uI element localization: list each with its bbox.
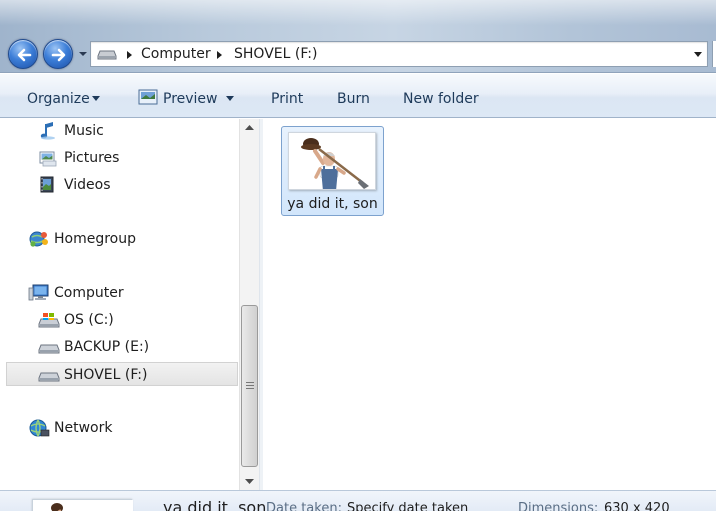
photo-thumbnail-image bbox=[33, 500, 133, 511]
computer-icon bbox=[28, 284, 49, 301]
file-list[interactable]: ya did it, son bbox=[263, 119, 716, 490]
forward-button[interactable] bbox=[43, 39, 73, 69]
homegroup-icon bbox=[29, 231, 48, 247]
forward-arrow-icon bbox=[51, 48, 66, 62]
nav-item-homegroup[interactable]: Homegroup bbox=[0, 227, 235, 251]
chevron-down-icon bbox=[245, 479, 254, 484]
details-thumbnail bbox=[32, 499, 133, 511]
breadcrumb-shovel-drive[interactable]: SHOVEL (F:) bbox=[234, 45, 317, 63]
date-taken-label: Date taken: bbox=[266, 501, 342, 511]
videos-icon bbox=[40, 176, 54, 193]
drive-icon bbox=[97, 50, 117, 60]
file-thumbnail bbox=[288, 132, 376, 190]
details-file-name: ya did it, son bbox=[163, 498, 267, 511]
details-pane: ya did it, son Date taken: Specify date … bbox=[0, 490, 716, 511]
chevron-up-icon bbox=[245, 125, 254, 130]
chevron-down-icon bbox=[79, 52, 87, 56]
preview-icon bbox=[138, 89, 158, 105]
refresh-button[interactable] bbox=[712, 41, 716, 67]
chevron-down-icon[interactable] bbox=[226, 96, 234, 101]
nav-item-label: Pictures bbox=[64, 150, 120, 166]
music-icon bbox=[40, 122, 55, 140]
dimensions-label: Dimensions: bbox=[518, 501, 599, 511]
nav-item-drive-e[interactable]: BACKUP (E:) bbox=[10, 335, 235, 359]
file-name: ya did it, son bbox=[287, 196, 378, 212]
network-icon bbox=[29, 419, 50, 437]
photo-thumbnail-image bbox=[289, 133, 375, 189]
organize-button[interactable]: Organize bbox=[27, 90, 90, 108]
grip-icon bbox=[246, 382, 254, 389]
recent-pages-button[interactable] bbox=[77, 47, 89, 61]
preview-button[interactable]: Preview bbox=[163, 90, 218, 108]
navigation-pane[interactable]: Music Pictures Videos Homegroup Computer… bbox=[0, 119, 240, 490]
dimensions-value: 630 x 420 bbox=[604, 501, 670, 511]
navigation-scrollbar[interactable] bbox=[239, 119, 259, 490]
nav-item-label: Videos bbox=[64, 177, 111, 193]
scroll-up-button[interactable] bbox=[240, 119, 259, 137]
nav-item-label: OS (C:) bbox=[64, 312, 114, 328]
windows-drive-icon bbox=[38, 313, 60, 328]
burn-button[interactable]: Burn bbox=[337, 90, 370, 108]
print-button[interactable]: Print bbox=[271, 90, 303, 108]
nav-item-label: Music bbox=[64, 123, 104, 139]
back-button[interactable] bbox=[8, 39, 38, 69]
nav-item-label: Homegroup bbox=[54, 231, 137, 247]
chevron-down-icon bbox=[92, 96, 100, 101]
breadcrumb-separator-icon[interactable] bbox=[215, 50, 223, 60]
new-folder-button[interactable]: New folder bbox=[403, 90, 479, 108]
nav-item-label: Computer bbox=[54, 285, 124, 301]
nav-item-drive-f[interactable]: SHOVEL (F:) bbox=[6, 362, 238, 386]
nav-item-videos[interactable]: Videos bbox=[10, 173, 235, 197]
back-arrow-icon bbox=[17, 48, 32, 62]
file-item[interactable]: ya did it, son bbox=[281, 126, 384, 216]
nav-item-drive-c[interactable]: OS (C:) bbox=[10, 308, 235, 332]
breadcrumb-separator-icon[interactable] bbox=[125, 50, 133, 60]
scroll-thumb[interactable] bbox=[241, 305, 258, 467]
title-bar: Computer SHOVEL (F:) bbox=[0, 0, 716, 73]
removable-drive-icon bbox=[38, 344, 60, 354]
removable-drive-icon bbox=[38, 372, 60, 382]
command-bar: Organize Preview Print Burn New folder bbox=[0, 74, 716, 118]
breadcrumb-computer[interactable]: Computer bbox=[141, 45, 211, 63]
nav-item-label: Network bbox=[54, 420, 113, 436]
nav-item-pictures[interactable]: Pictures bbox=[10, 146, 235, 170]
chevron-down-icon[interactable] bbox=[693, 51, 703, 59]
nav-item-label: BACKUP (E:) bbox=[64, 339, 150, 355]
nav-item-computer[interactable]: Computer bbox=[0, 281, 235, 305]
nav-item-label: SHOVEL (F:) bbox=[64, 367, 148, 383]
pictures-icon bbox=[39, 151, 57, 167]
date-taken-value[interactable]: Specify date taken bbox=[347, 501, 468, 511]
address-bar[interactable]: Computer SHOVEL (F:) bbox=[90, 41, 708, 67]
nav-item-network[interactable]: Network bbox=[0, 416, 235, 440]
scroll-down-button[interactable] bbox=[240, 472, 259, 490]
nav-item-music[interactable]: Music bbox=[10, 119, 235, 143]
